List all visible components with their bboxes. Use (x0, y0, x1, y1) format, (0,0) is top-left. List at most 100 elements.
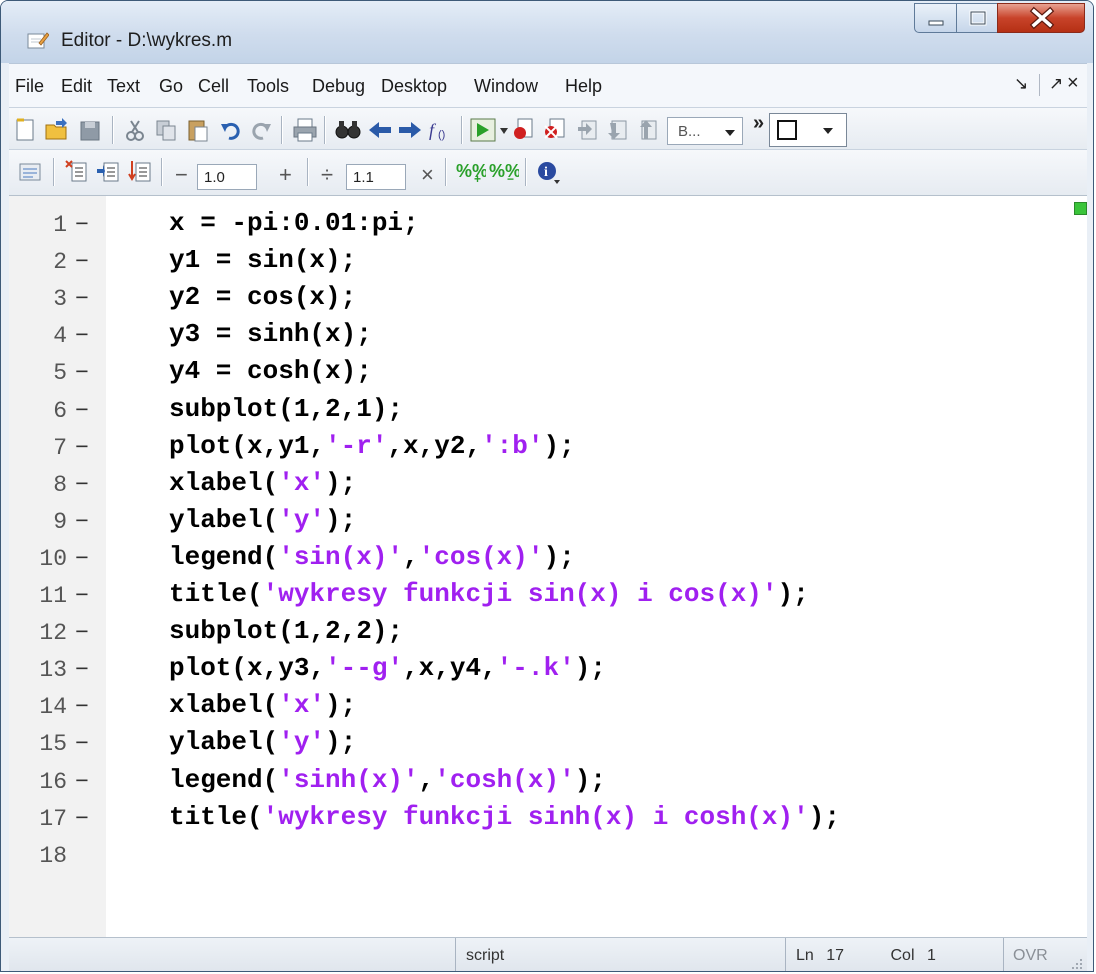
cut-icon[interactable] (124, 118, 146, 142)
breakpoint-marker[interactable]: − (75, 286, 89, 312)
back-arrow-icon[interactable] (367, 120, 393, 140)
breakpoint-marker[interactable]: − (75, 509, 89, 535)
code-text: legend('sin(x)','cos(x)'); (169, 542, 575, 572)
breakpoint-marker[interactable]: − (75, 583, 89, 609)
run-icon[interactable] (469, 117, 497, 143)
string-literal: '-.k' (496, 653, 575, 684)
title-bar[interactable]: Editor - D:\wykres.m (1, 1, 1093, 63)
menu-text[interactable]: Text (107, 76, 140, 97)
find-icon[interactable] (334, 118, 362, 142)
code-line[interactable]: 15− ylabel('y'); (9, 727, 1069, 764)
redo-icon[interactable] (249, 118, 273, 142)
code-text: y2 = cos(x); (169, 282, 356, 312)
menu-help[interactable]: Help (565, 76, 602, 97)
menu-file[interactable]: File (15, 76, 44, 97)
undo-icon[interactable] (219, 118, 243, 142)
save-icon[interactable] (79, 120, 101, 142)
editor-window: Editor - D:\wykres.m File Edit Text Go C… (0, 0, 1094, 972)
close-window-button[interactable] (997, 3, 1085, 33)
code-line[interactable]: 9− ylabel('y'); (9, 505, 1069, 542)
breakpoint-marker[interactable]: − (75, 731, 89, 757)
step-out-icon[interactable] (636, 117, 660, 143)
decrement-value-field[interactable]: 1.0 (197, 164, 257, 190)
code-line[interactable]: 6− subplot(1,2,1); (9, 394, 1069, 431)
code-analyzer-indicator[interactable] (1074, 202, 1087, 215)
paste-icon[interactable] (186, 117, 210, 143)
run-dropdown-icon[interactable] (499, 126, 509, 136)
menu-window[interactable]: Window (474, 76, 538, 97)
breakpoint-marker[interactable]: − (75, 769, 89, 795)
copy-icon[interactable] (154, 118, 178, 142)
increment-button[interactable]: + (279, 162, 292, 188)
step-in-icon[interactable] (606, 117, 630, 143)
menu-desktop[interactable]: Desktop (381, 76, 447, 97)
evaluate-cell-advance-icon[interactable] (96, 159, 122, 185)
multiply-button[interactable]: × (421, 162, 434, 188)
new-file-icon[interactable] (14, 117, 38, 143)
code-line[interactable]: 5− y4 = cosh(x); (9, 356, 1069, 393)
code-line[interactable]: 4− y3 = sinh(x); (9, 319, 1069, 356)
breakpoint-marker[interactable]: − (75, 694, 89, 720)
undock-icon[interactable]: ↗ (1049, 74, 1063, 94)
code-line[interactable]: 7− plot(x,y1,'-r',x,y2,':b'); (9, 431, 1069, 468)
code-editor[interactable]: 1− x = -pi:0.01:pi; 2− y1 = sin(x); 3− y2 = c… (9, 195, 1087, 938)
code-line[interactable]: 13− plot(x,y3,'--g',x,y4,'-.k'); (9, 653, 1069, 690)
code-line[interactable]: 18 (9, 839, 1069, 876)
breakpoint-marker[interactable]: − (75, 398, 89, 424)
code-line[interactable]: 3− y2 = cos(x); (9, 282, 1069, 319)
close-document-icon[interactable]: × (1067, 72, 1079, 95)
code-line[interactable]: 14− xlabel('x'); (9, 690, 1069, 727)
breakpoint-marker[interactable]: − (75, 546, 89, 572)
divide-button[interactable]: ÷ (321, 162, 333, 188)
stack-combo[interactable]: B... (667, 117, 743, 145)
code-line[interactable]: 16− legend('sinh(x)','cosh(x)'); (9, 765, 1069, 802)
breakpoint-marker[interactable]: − (75, 249, 89, 275)
open-file-icon[interactable] (44, 117, 70, 143)
divide-value-field[interactable]: 1.1 (346, 164, 406, 190)
breakpoint-marker[interactable]: − (75, 806, 89, 832)
code-line[interactable]: 2− y1 = sin(x); (9, 245, 1069, 282)
breakpoint-marker[interactable]: − (75, 212, 89, 238)
menu-edit[interactable]: Edit (61, 76, 92, 97)
menu-tools[interactable]: Tools (247, 76, 289, 97)
decrement-button[interactable]: − (175, 162, 188, 188)
print-icon[interactable] (292, 117, 318, 143)
code-line[interactable]: 11− title('wykresy funkcji sin(x) i cos(x… (9, 579, 1069, 616)
breakpoint-marker[interactable]: − (75, 323, 89, 349)
cell-mode-icon[interactable] (17, 160, 43, 184)
menu-go[interactable]: Go (159, 76, 183, 97)
menu-cell[interactable]: Cell (198, 76, 229, 97)
toolbar-overflow-icon[interactable]: » (753, 112, 764, 135)
info-icon[interactable]: i (536, 160, 562, 186)
evaluate-cell-icon[interactable] (64, 159, 90, 185)
breakpoint-marker[interactable]: − (75, 360, 89, 386)
step-icon[interactable] (576, 117, 600, 143)
clear-breakpoints-icon[interactable] (542, 117, 568, 143)
line-number: 5 (53, 360, 67, 387)
breakpoint-marker[interactable]: − (75, 435, 89, 461)
code-line[interactable]: 17− title('wykresy funkcji sinh(x) i cosh… (9, 802, 1069, 839)
svg-text:f: f (429, 120, 437, 140)
code-token: ); (808, 801, 840, 832)
dock-icon[interactable]: ↘ (1014, 74, 1028, 94)
line-number: 10 (39, 545, 67, 572)
resize-grip-icon[interactable] (1069, 956, 1085, 972)
breakpoint-marker[interactable]: − (75, 657, 89, 683)
remove-cell-divider-icon[interactable]: %%− (489, 160, 519, 184)
maximize-button[interactable] (956, 3, 998, 33)
code-token: y3 = sinh(x); (169, 319, 372, 350)
breakpoint-marker[interactable]: − (75, 620, 89, 646)
minimize-button[interactable] (914, 3, 957, 33)
forward-arrow-icon[interactable] (397, 120, 423, 140)
code-line[interactable]: 1− x = -pi:0.01:pi; (9, 208, 1069, 245)
menu-debug[interactable]: Debug (312, 76, 365, 97)
evaluate-file-icon[interactable] (128, 159, 154, 185)
breakpoint-marker[interactable]: − (75, 472, 89, 498)
code-line[interactable]: 8− xlabel('x'); (9, 468, 1069, 505)
layout-combo[interactable] (769, 113, 847, 147)
code-line[interactable]: 12− subplot(1,2,2); (9, 616, 1069, 653)
set-breakpoint-icon[interactable] (512, 117, 536, 143)
insert-cell-divider-icon[interactable]: %%+ (456, 160, 486, 184)
code-line[interactable]: 10− legend('sin(x)','cos(x)'); (9, 542, 1069, 579)
function-icon[interactable]: f() (427, 118, 455, 142)
